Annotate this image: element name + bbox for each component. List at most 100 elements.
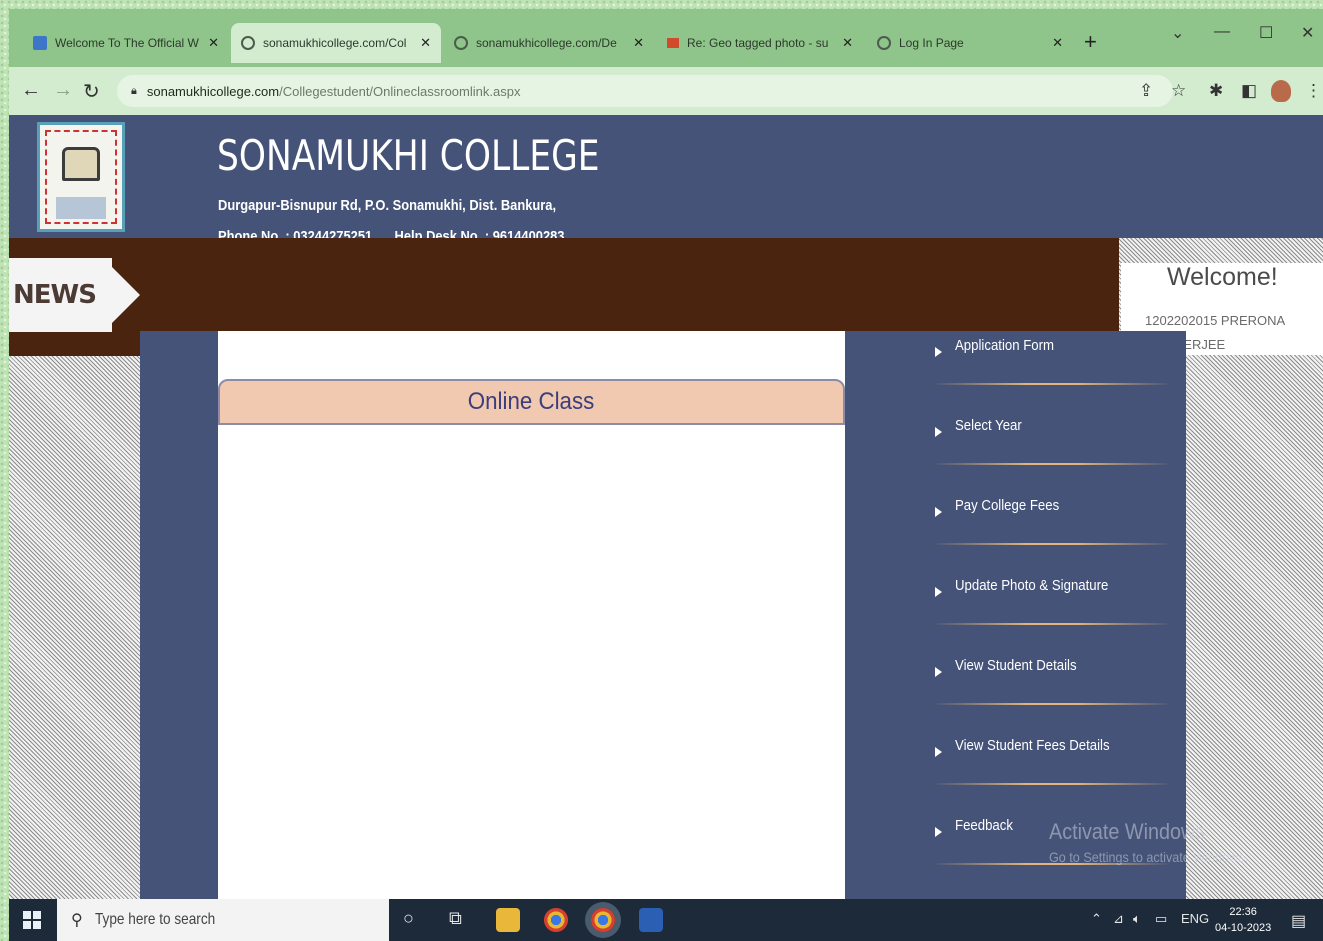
menu-separator bbox=[932, 783, 1172, 785]
menu-item-label: Pay College Fees bbox=[955, 497, 1060, 514]
main-container: Online Class Application Form Select Yea… bbox=[140, 331, 1186, 899]
address-bar[interactable]: 🔒︎ sonamukhicollege.com/Collegestudent/O… bbox=[117, 75, 1173, 107]
college-name: SONAMUKHI COLLEGE bbox=[217, 131, 600, 180]
close-tab-icon[interactable]: ✕ bbox=[633, 35, 644, 51]
maximize-button[interactable]: ☐ bbox=[1259, 23, 1273, 43]
network-icon[interactable]: ⊿ bbox=[1113, 911, 1124, 927]
news-label: NEWS bbox=[9, 258, 140, 332]
arrow-right-icon bbox=[935, 667, 942, 677]
book-emblem-icon bbox=[62, 147, 100, 181]
globe-favicon-icon bbox=[454, 36, 468, 50]
student-menu: Application Form Select Year Pay College… bbox=[932, 331, 1172, 891]
extensions-icon[interactable]: ✱ bbox=[1209, 81, 1223, 101]
menu-item-student-details[interactable]: View Student Details bbox=[932, 651, 1172, 731]
tab-college-other[interactable]: sonamukhicollege.com/De ✕ bbox=[444, 23, 654, 63]
tab-title: Welcome To The Official W bbox=[55, 36, 199, 50]
forward-icon[interactable]: → bbox=[53, 79, 73, 102]
close-tab-icon[interactable]: ✕ bbox=[420, 35, 431, 51]
profile-avatar-icon[interactable] bbox=[1271, 80, 1291, 102]
windows-taskbar: ⚲ Type here to search ○ ⧉ ⌃ ⊿ 🔈︎ ▭ ENG 2… bbox=[9, 899, 1323, 941]
welcome-title: Welcome! bbox=[1167, 263, 1278, 291]
menu-item-label: View Student Details bbox=[955, 657, 1077, 674]
reload-icon[interactable]: ↻ bbox=[83, 79, 100, 104]
arrow-right-icon bbox=[935, 427, 942, 437]
flag-favicon-icon bbox=[667, 38, 679, 48]
arrow-right-icon bbox=[935, 587, 942, 597]
language-indicator[interactable]: ENG bbox=[1181, 911, 1209, 926]
windows-start-icon[interactable] bbox=[23, 911, 41, 929]
new-tab-button[interactable]: + bbox=[1084, 29, 1097, 55]
tab-college-current[interactable]: sonamukhicollege.com/Col ✕ bbox=[231, 23, 441, 63]
panel-title: Online Class bbox=[468, 388, 595, 415]
college-logo[interactable] bbox=[37, 122, 125, 232]
menu-separator bbox=[932, 463, 1172, 465]
clock-date: 04-10-2023 bbox=[1215, 922, 1272, 934]
activate-windows-watermark: Activate Windows Go to Settings to activ… bbox=[1049, 819, 1270, 865]
globe-favicon-icon bbox=[241, 36, 255, 50]
chrome-icon[interactable] bbox=[544, 908, 568, 932]
notifications-icon[interactable]: ▤ bbox=[1291, 911, 1306, 931]
lock-icon[interactable]: 🔒︎ bbox=[131, 85, 137, 98]
system-clock[interactable]: 22:36 04-10-2023 bbox=[1215, 904, 1271, 936]
menu-item-label: Select Year bbox=[955, 417, 1022, 434]
tray-chevron-icon[interactable]: ⌃ bbox=[1091, 911, 1102, 927]
close-tab-icon[interactable]: ✕ bbox=[842, 35, 853, 51]
close-tab-icon[interactable]: ✕ bbox=[1052, 35, 1063, 51]
menu-item-label: View Student Fees Details bbox=[955, 737, 1110, 754]
tab-email[interactable]: Re: Geo tagged photo - su ✕ bbox=[657, 23, 863, 63]
task-view-icon[interactable]: ⧉ bbox=[449, 908, 462, 929]
site-header: SONAMUKHI COLLEGE Durgapur-Bisnupur Rd, … bbox=[9, 115, 1323, 245]
college-address: Durgapur-Bisnupur Rd, P.O. Sonamukhi, Di… bbox=[218, 197, 557, 214]
share-icon[interactable]: ⇪ bbox=[1139, 81, 1153, 101]
menu-item-application-form[interactable]: Application Form bbox=[932, 331, 1172, 411]
battery-icon[interactable]: ▭ bbox=[1155, 911, 1167, 927]
url-path: /Collegestudent/Onlineclassroomlink.aspx bbox=[279, 83, 521, 99]
word-icon[interactable] bbox=[639, 908, 663, 932]
menu-item-fees-details[interactable]: View Student Fees Details bbox=[932, 731, 1172, 811]
menu-item-label: Application Form bbox=[955, 337, 1055, 354]
tab-bar: Welcome To The Official W ✕ sonamukhicol… bbox=[9, 9, 1323, 67]
toolbar: ← → ↻ 🔒︎ sonamukhicollege.com/Collegestu… bbox=[9, 67, 1323, 115]
sidepanel-icon[interactable]: ◧ bbox=[1241, 81, 1257, 101]
tab-title: sonamukhicollege.com/Col bbox=[263, 36, 407, 50]
search-icon: ⚲ bbox=[71, 912, 83, 929]
tab-login[interactable]: Log In Page ✕ bbox=[867, 23, 1073, 63]
tab-title: Log In Page bbox=[899, 36, 964, 50]
watermark-title: Activate Windows bbox=[1049, 819, 1206, 844]
menu-item-select-year[interactable]: Select Year bbox=[932, 411, 1172, 491]
close-tab-icon[interactable]: ✕ bbox=[208, 35, 219, 51]
search-placeholder: Type here to search bbox=[94, 911, 215, 928]
close-window-button[interactable]: ✕ bbox=[1301, 23, 1314, 43]
logo-label-plate bbox=[56, 197, 106, 219]
url-host: sonamukhicollege.com bbox=[146, 83, 280, 99]
web-page: SONAMUKHI COLLEGE Durgapur-Bisnupur Rd, … bbox=[9, 115, 1323, 899]
clock-time: 22:36 bbox=[1229, 906, 1257, 918]
page-favicon-icon bbox=[33, 36, 47, 50]
back-icon[interactable]: ← bbox=[21, 79, 41, 102]
menu-separator bbox=[932, 543, 1172, 545]
watermark-subtitle: Go to Settings to activate Windows. bbox=[1049, 849, 1248, 865]
taskbar-search[interactable]: ⚲ Type here to search bbox=[57, 899, 389, 941]
arrow-right-icon bbox=[935, 747, 942, 757]
menu-separator bbox=[932, 623, 1172, 625]
browser-window: Welcome To The Official W ✕ sonamukhicol… bbox=[9, 9, 1323, 899]
content-area: Online Class bbox=[218, 331, 845, 899]
menu-item-update-photo[interactable]: Update Photo & Signature bbox=[932, 571, 1172, 651]
arrow-right-icon bbox=[935, 827, 942, 837]
menu-separator bbox=[932, 703, 1172, 705]
tab-search-icon[interactable]: ⌄ bbox=[1171, 23, 1184, 43]
panel-header: Online Class bbox=[218, 379, 845, 425]
arrow-right-icon bbox=[935, 347, 942, 357]
minimize-button[interactable]: — bbox=[1214, 23, 1230, 41]
menu-item-pay-fees[interactable]: Pay College Fees bbox=[932, 491, 1172, 571]
tab-title: sonamukhicollege.com/De bbox=[476, 36, 617, 50]
menu-item-label: Update Photo & Signature bbox=[955, 577, 1109, 594]
bookmark-star-icon[interactable]: ☆ bbox=[1171, 81, 1186, 101]
cortana-icon[interactable]: ○ bbox=[403, 908, 414, 929]
chrome-active-icon[interactable] bbox=[591, 908, 615, 932]
tab-title: Re: Geo tagged photo - su bbox=[687, 36, 829, 50]
menu-kebab-icon[interactable]: ⋮ bbox=[1305, 81, 1322, 101]
file-explorer-icon[interactable] bbox=[496, 908, 520, 932]
volume-icon[interactable]: 🔈︎ bbox=[1133, 911, 1141, 927]
tab-welcome[interactable]: Welcome To The Official W ✕ bbox=[23, 23, 229, 63]
